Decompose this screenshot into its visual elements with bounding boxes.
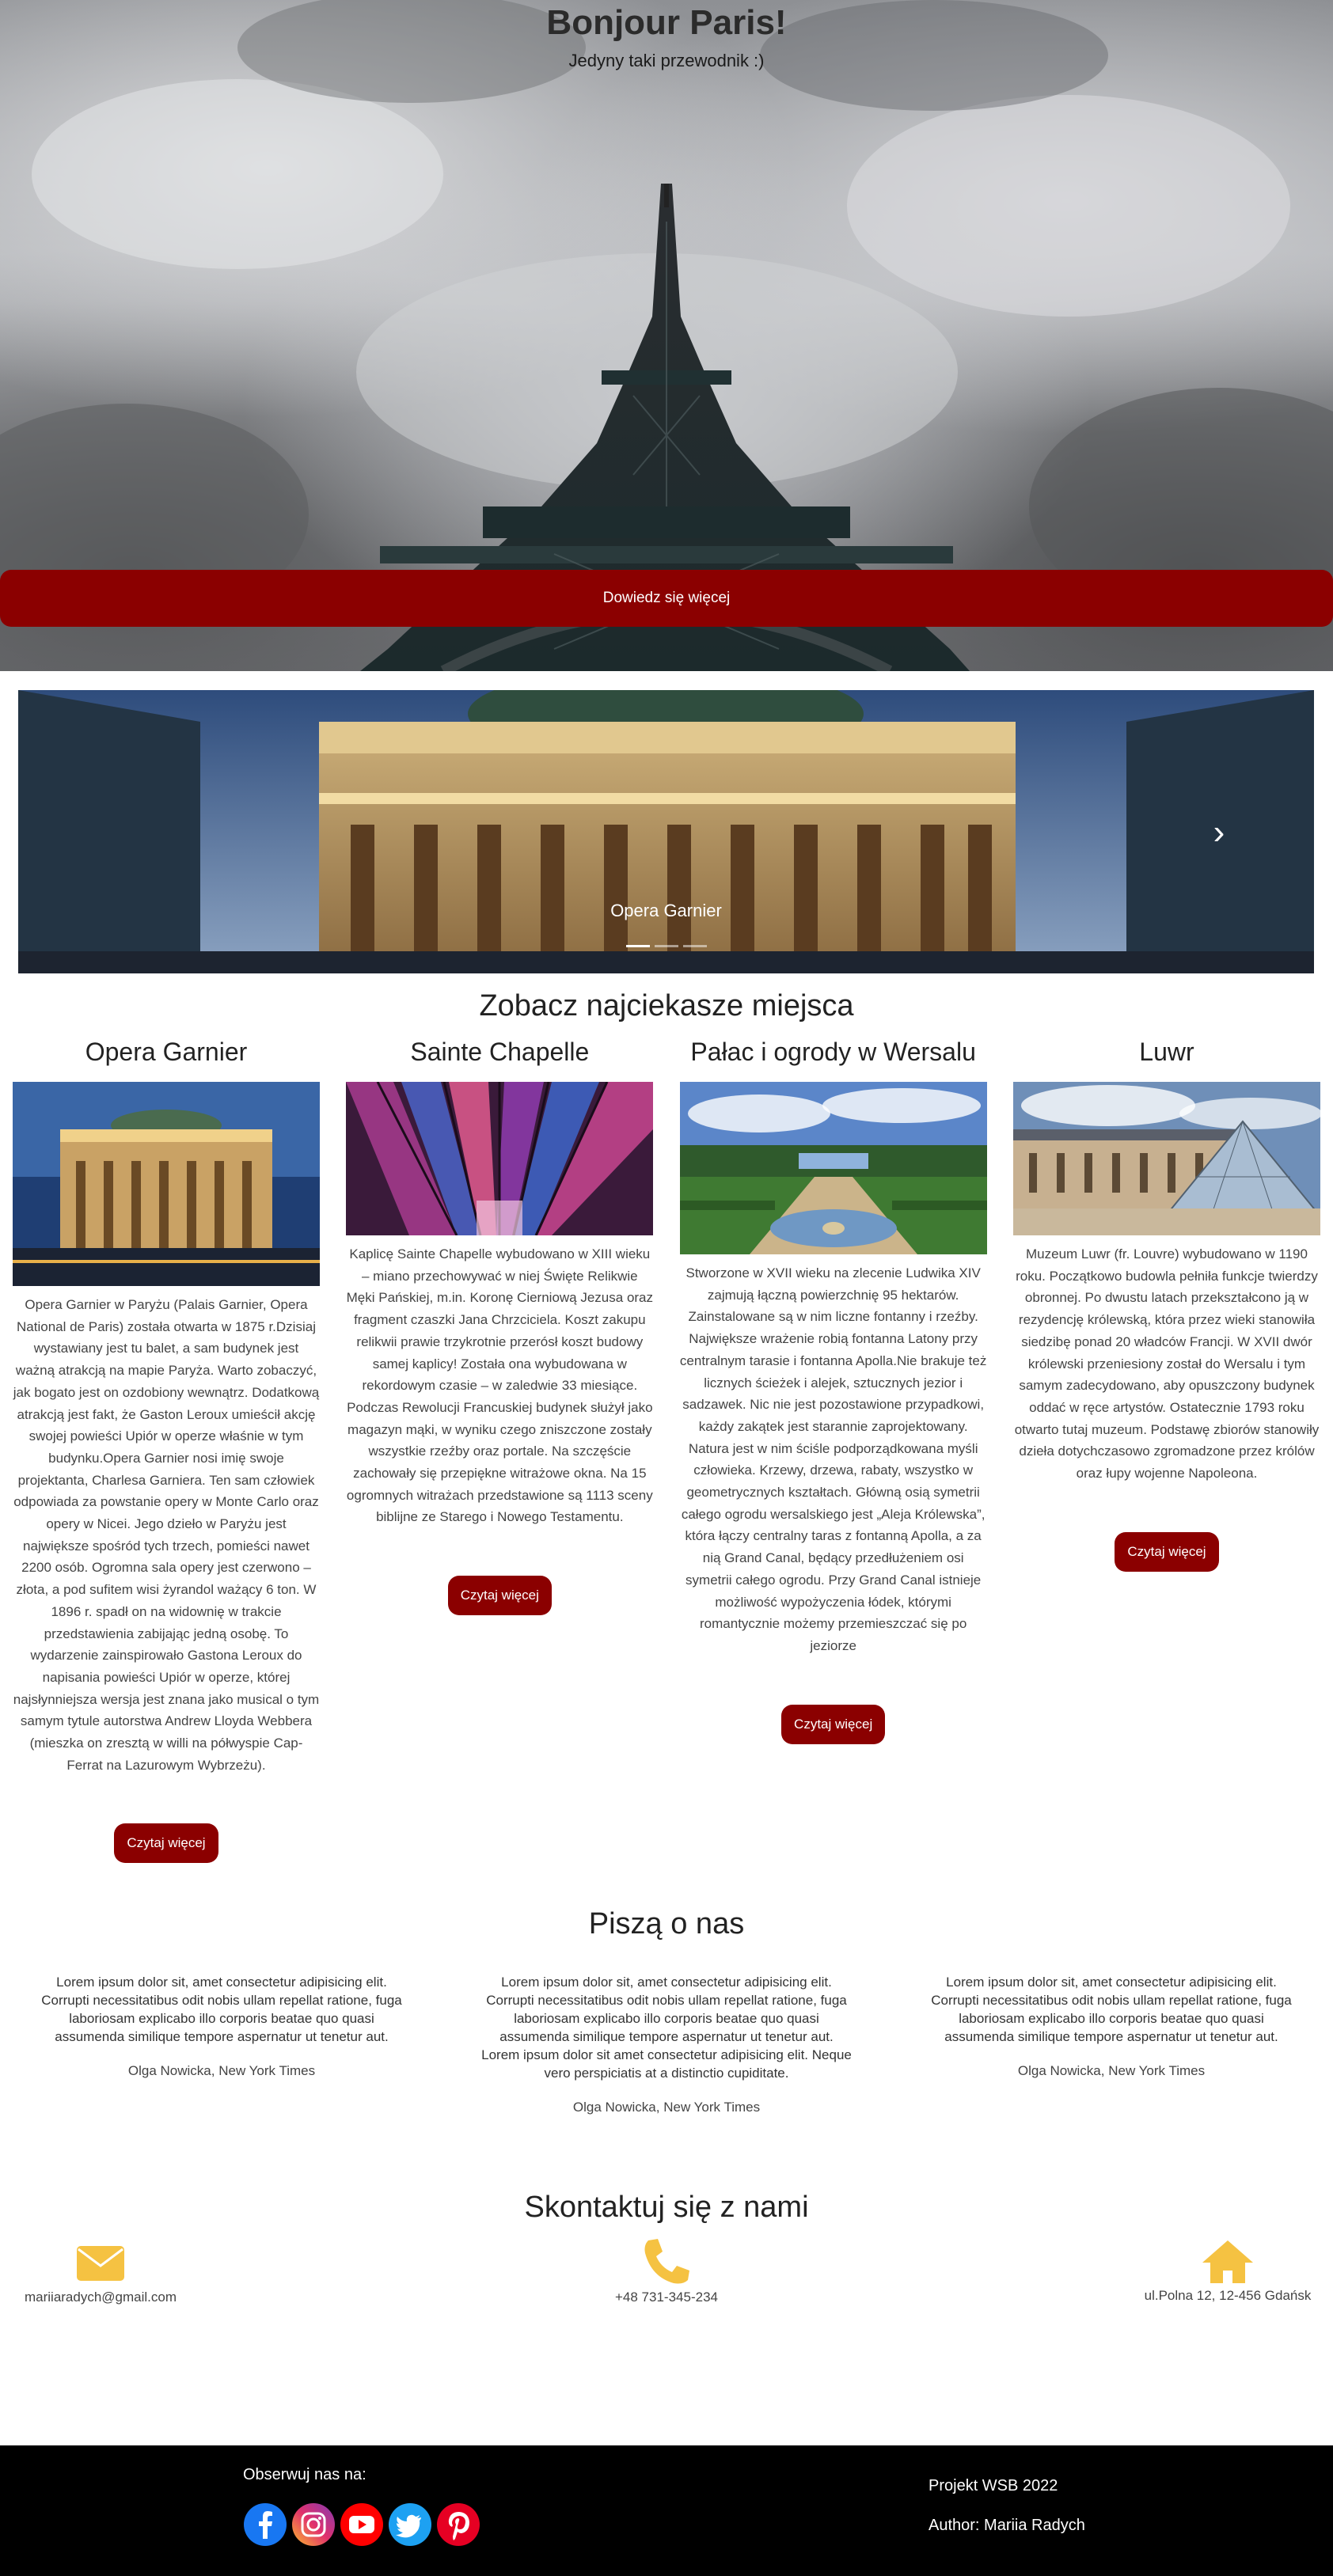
testimonial: Lorem ipsum dolor sit, amet consectetur …	[36, 1973, 408, 2116]
contact-address: ul.Polna 12, 12-456 Gdańsk	[1124, 2240, 1331, 2304]
place-description: Stworzone w XVII wieku na zlecenie Ludwi…	[679, 1265, 987, 1653]
place-title: Pałac i ogrody w Wersalu	[690, 1038, 976, 1066]
youtube-icon[interactable]	[340, 2502, 384, 2547]
carousel-indicator[interactable]	[625, 945, 650, 947]
testimonial: Lorem ipsum dolor sit, amet consectetur …	[925, 1973, 1297, 2116]
contact-phone-text[interactable]: +48 731-345-234	[587, 2290, 746, 2305]
envelope-icon	[77, 2246, 124, 2282]
place-image-sainte-chapelle	[346, 1082, 654, 1235]
read-more-button[interactable]: Czytaj więcej	[1115, 1531, 1219, 1572]
facebook-icon[interactable]	[243, 2502, 287, 2547]
footer: Obserwuj nas na: Projekt WSB 2022 Author…	[0, 2445, 1333, 2576]
place-image-versailles	[679, 1082, 987, 1254]
carousel-slide-image	[18, 690, 1314, 973]
place-card-opera-garnier: Opera Garnier Opera Garnier w Paryżu (Pa…	[13, 1034, 320, 1864]
testimonial-text: Lorem ipsum dolor sit, amet consectetur …	[41, 1975, 402, 2045]
read-more-button[interactable]: Czytaj więcej	[447, 1576, 552, 1616]
place-image-opera-garnier	[13, 1082, 320, 1286]
carousel-caption: Opera Garnier	[610, 901, 722, 920]
contact-address-text: ul.Polna 12, 12-456 Gdańsk	[1144, 2288, 1312, 2304]
place-title: Opera Garnier	[85, 1038, 248, 1066]
places-section-title: Zobacz najciekasze miejsca	[479, 989, 854, 1022]
testimonial-author: Olga Nowicka, New York Times	[127, 2063, 316, 2079]
carousel-indicators	[18, 945, 1314, 947]
learn-more-button[interactable]: Dowiedz się więcej	[0, 570, 1333, 627]
contact-list: mariiaradych@gmail.com +48 731-345-234 u…	[0, 2239, 1333, 2353]
follow-label: Obserwuj nas na:	[243, 2466, 366, 2483]
place-description: Muzeum Luwr (fr. Louvre) wybudowano w 11…	[1014, 1246, 1320, 1481]
contact-email[interactable]: mariiaradych@gmail.com	[17, 2242, 184, 2305]
read-more-button[interactable]: Czytaj więcej	[781, 1704, 886, 1744]
testimonial-text: Lorem ipsum dolor sit, amet consectetur …	[931, 1975, 1292, 2045]
carousel-prev-button[interactable]: ‹	[97, 809, 129, 856]
chevron-right-icon[interactable]: ›	[1203, 809, 1235, 856]
place-title: Sainte Chapelle	[410, 1038, 590, 1066]
place-description: Opera Garnier w Paryżu (Palais Garnier, …	[13, 1297, 320, 1773]
testimonials-list: Lorem ipsum dolor sit, amet consectetur …	[0, 1973, 1333, 2116]
place-title: Luwr	[1139, 1038, 1194, 1066]
testimonial-author: Olga Nowicka, New York Times	[1017, 2063, 1206, 2079]
phone-icon	[644, 2239, 689, 2284]
contact-section-title: Skontaktuj się z nami	[524, 2191, 809, 2225]
social-links	[243, 2502, 480, 2547]
contact-phone[interactable]: +48 731-345-234	[587, 2239, 746, 2305]
footer-author: Author: Mariia Radych	[929, 2517, 1085, 2534]
footer-project: Projekt WSB 2022	[929, 2477, 1058, 2494]
pinterest-icon[interactable]	[436, 2502, 480, 2547]
instagram-icon[interactable]	[291, 2502, 336, 2547]
place-card-louvre: Luwr Muzeum Luwr (fr. Louvre) wybudowano…	[1012, 1034, 1320, 1863]
testimonials-section-title: Piszą o nas	[588, 1907, 745, 1941]
places-list: Opera Garnier Opera Garnier w Paryżu (Pa…	[0, 1034, 1333, 1864]
place-description: Kaplicę Sainte Chapelle wybudowano w XII…	[346, 1246, 654, 1525]
testimonial: Lorem ipsum dolor sit, amet consectetur …	[480, 1973, 853, 2116]
read-more-button[interactable]: Czytaj więcej	[114, 1823, 218, 1864]
testimonial-author: Olga Nowicka, New York Times	[572, 2100, 761, 2115]
footer-info: Projekt WSB 2022 Author: Mariia Radych	[929, 2466, 1085, 2545]
contact-email-text[interactable]: mariiaradych@gmail.com	[17, 2290, 184, 2305]
home-icon	[1202, 2240, 1253, 2284]
carousel: ‹ › Opera Garnier	[18, 690, 1314, 973]
hero-section: Bonjour Paris! Jedyny taki przewodnik :)…	[0, 0, 1333, 671]
place-card-versailles: Pałac i ogrody w Wersalu Stworzone w XVI…	[679, 1034, 987, 1863]
carousel-indicator[interactable]	[682, 945, 707, 947]
testimonial-text: Lorem ipsum dolor sit, amet consectetur …	[481, 1975, 852, 2081]
place-card-sainte-chapelle: Sainte Chapelle Kaplicę Sainte Chapelle …	[346, 1034, 654, 1863]
page-subtitle: Jedyny taki przewodnik :)	[568, 51, 765, 70]
place-image-louvre	[1012, 1082, 1320, 1235]
carousel-indicator[interactable]	[654, 945, 678, 947]
page-title: Bonjour Paris!	[546, 3, 787, 42]
twitter-icon[interactable]	[388, 2502, 432, 2547]
